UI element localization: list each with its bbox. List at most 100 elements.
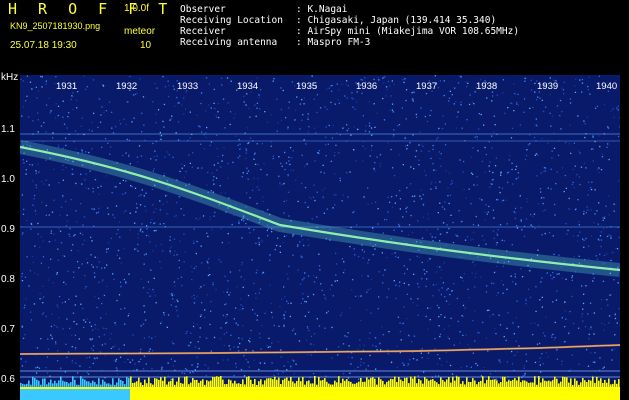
- noise-speck: [300, 235, 303, 237]
- noise-speck: [538, 361, 540, 363]
- noise-speck: [204, 364, 206, 366]
- power-spike: [264, 380, 266, 387]
- noise-speck: [461, 220, 463, 223]
- noise-speck: [256, 269, 258, 271]
- noise-speck: [338, 89, 340, 91]
- noise-speck: [283, 212, 285, 214]
- noise-speck: [599, 357, 601, 359]
- noise-speck: [242, 308, 244, 310]
- noise-speck: [613, 279, 615, 281]
- noise-speck: [453, 344, 455, 346]
- noise-speck: [100, 185, 102, 187]
- noise-speck: [293, 328, 295, 330]
- noise-speck: [374, 336, 377, 339]
- noise-speck: [26, 75, 29, 77]
- noise-speck: [433, 169, 435, 171]
- noise-speck: [310, 335, 313, 337]
- noise-speck: [516, 225, 518, 227]
- noise-speck: [75, 182, 77, 185]
- noise-speck: [598, 75, 600, 77]
- noise-speck: [299, 103, 301, 105]
- noise-speck: [239, 342, 241, 345]
- power-spike: [140, 382, 142, 387]
- noise-speck: [387, 80, 390, 83]
- noise-speck: [443, 262, 445, 264]
- noise-speck: [246, 192, 248, 194]
- noise-speck: [591, 181, 593, 183]
- noise-speck: [565, 318, 567, 320]
- noise-speck: [583, 239, 585, 241]
- noise-speck: [248, 227, 250, 230]
- noise-speck: [444, 144, 447, 146]
- noise-speck: [287, 126, 289, 128]
- noise-speck: [511, 350, 513, 353]
- noise-speck: [462, 316, 465, 318]
- noise-speck: [256, 202, 258, 205]
- noise-speck: [290, 157, 293, 159]
- noise-speck: [590, 235, 592, 237]
- noise-speck: [553, 147, 556, 149]
- noise-speck: [32, 261, 34, 264]
- noise-speck: [30, 223, 33, 225]
- noise-speck: [127, 358, 129, 361]
- power-spike: [106, 383, 108, 387]
- noise-speck: [382, 282, 384, 284]
- noise-speck: [152, 250, 154, 252]
- noise-speck: [395, 194, 398, 197]
- noise-speck: [173, 238, 176, 240]
- noise-speck: [258, 292, 260, 294]
- noise-speck: [64, 371, 66, 373]
- noise-speck: [82, 243, 84, 246]
- noise-speck: [65, 200, 67, 203]
- power-spike: [446, 379, 448, 387]
- noise-speck: [503, 240, 506, 242]
- noise-speck: [347, 85, 349, 87]
- noise-speck: [57, 350, 59, 352]
- noise-speck: [473, 103, 475, 105]
- noise-speck: [475, 362, 477, 365]
- noise-speck: [172, 156, 174, 158]
- noise-speck: [123, 211, 125, 213]
- info-value-receiver: : AirSpy mini (Miakejima VOR 108.65MHz): [296, 26, 520, 37]
- noise-speck: [206, 232, 208, 234]
- noise-speck: [499, 361, 501, 363]
- noise-speck: [294, 333, 297, 335]
- noise-speck: [217, 362, 219, 364]
- noise-speck: [143, 305, 145, 307]
- noise-speck: [77, 250, 79, 252]
- noise-speck: [409, 183, 412, 185]
- noise-speck: [49, 112, 51, 114]
- noise-speck: [160, 243, 163, 246]
- noise-speck: [135, 211, 137, 213]
- noise-speck: [364, 77, 366, 79]
- noise-speck: [245, 359, 247, 361]
- power-spike: [192, 378, 194, 387]
- noise-speck: [366, 309, 368, 311]
- power-spike: [464, 384, 466, 387]
- noise-speck: [394, 252, 396, 254]
- noise-speck: [111, 111, 113, 113]
- noise-speck: [553, 276, 555, 278]
- noise-speck: [268, 337, 270, 339]
- noise-speck: [482, 321, 484, 323]
- noise-speck: [616, 248, 619, 250]
- noise-speck: [412, 100, 414, 102]
- noise-speck: [583, 246, 585, 248]
- noise-speck: [427, 357, 429, 360]
- noise-speck: [118, 221, 121, 223]
- noise-speck: [403, 81, 405, 84]
- noise-speck: [559, 114, 561, 117]
- info-value-location: : Chigasaki, Japan (139.414 35.340): [296, 15, 497, 26]
- power-spike: [380, 379, 382, 387]
- power-spike: [114, 385, 116, 387]
- noise-speck: [217, 111, 219, 113]
- noise-speck: [608, 234, 610, 236]
- power-spike: [40, 384, 42, 387]
- noise-speck: [520, 219, 522, 221]
- noise-speck: [75, 148, 77, 150]
- noise-speck: [81, 151, 84, 153]
- noise-speck: [595, 255, 597, 257]
- noise-speck: [602, 219, 604, 221]
- noise-speck: [277, 373, 279, 375]
- noise-speck: [525, 298, 527, 300]
